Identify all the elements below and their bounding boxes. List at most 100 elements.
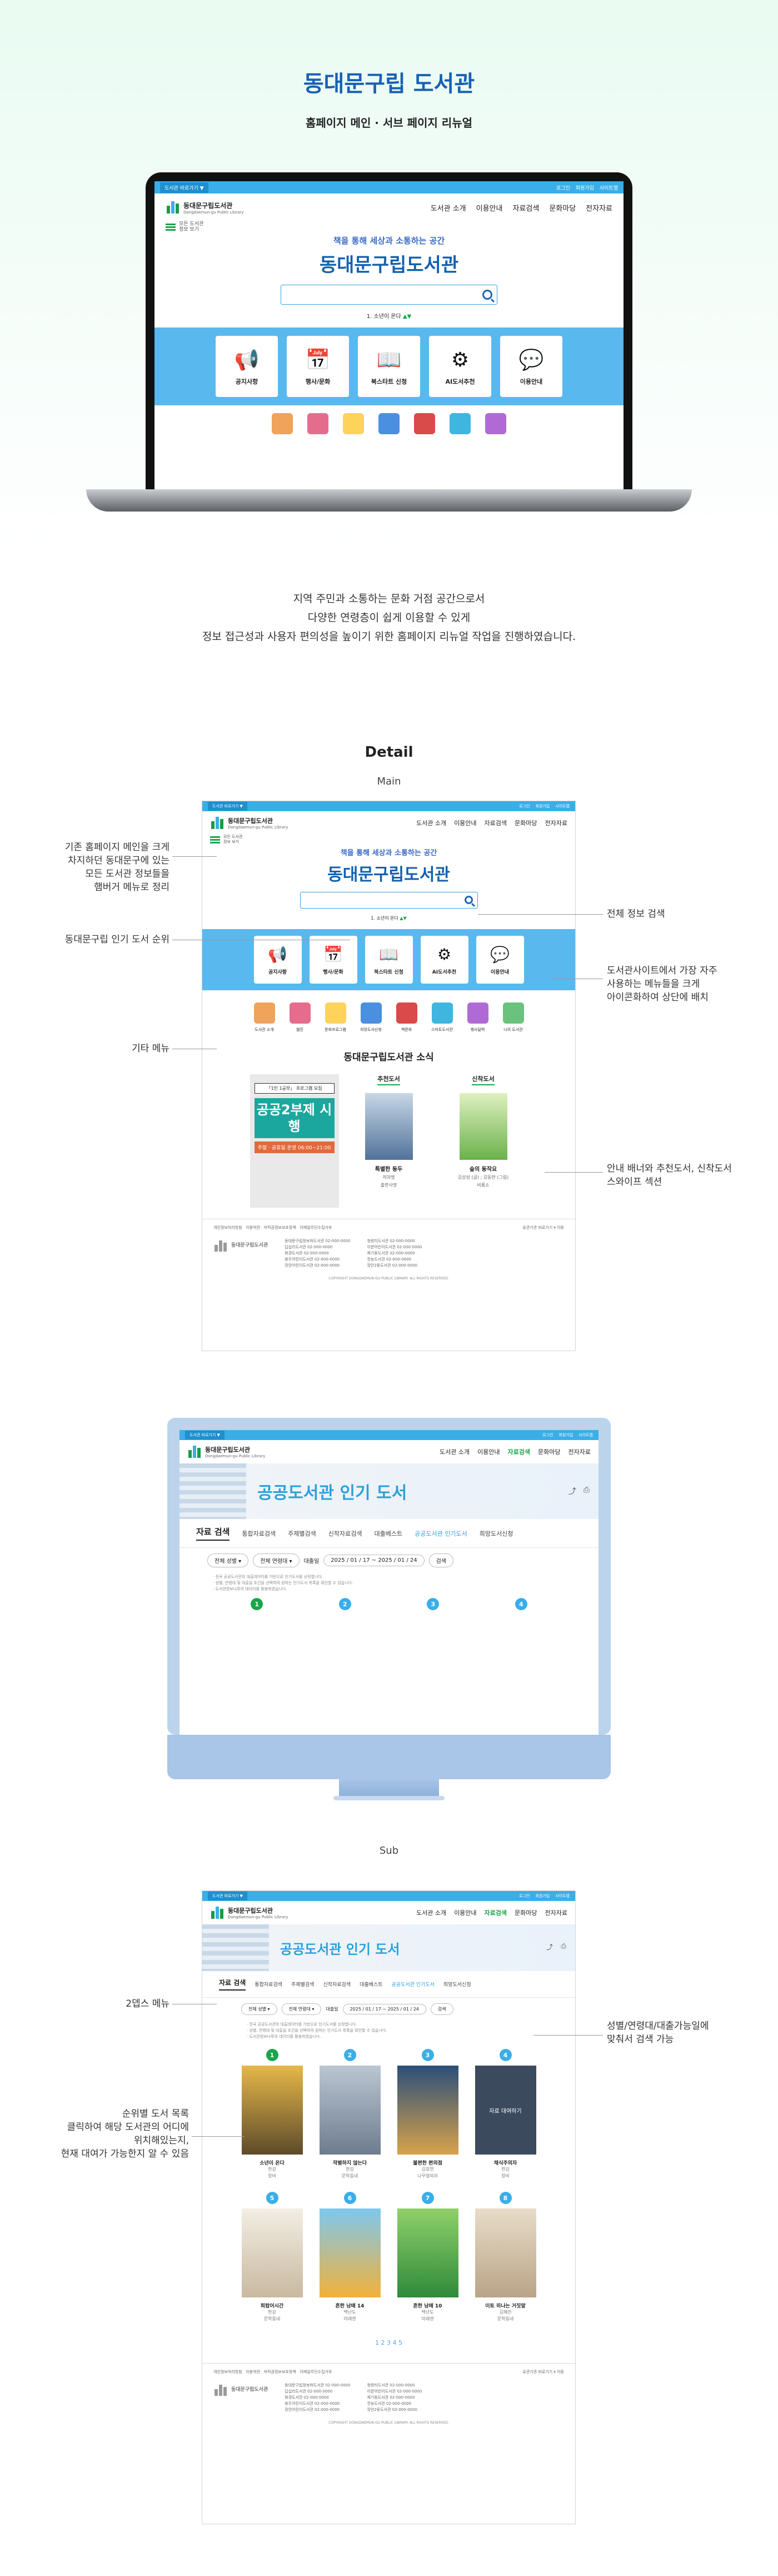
footer-link[interactable]: 개인정보처리방침 [213,1225,242,1230]
quick-guide[interactable]: 💬 이용안내 [476,936,524,984]
library-select[interactable]: 도서관 바로가기 ▼ [208,1892,247,1900]
book-item[interactable]: 2 작별하지 않는다 한강 문학동네 [317,2049,383,2180]
tab-lead[interactable]: 자료 검색 [219,1978,246,1991]
tab-request[interactable]: 희망도서신청 [480,1529,513,1538]
join-link[interactable]: 회원가입 [576,186,594,191]
tab-popular[interactable]: 공공도서관 인기도서 [415,1529,467,1538]
search-input[interactable] [281,285,497,305]
footer-link[interactable]: 저작권정보보호정책 [264,1225,296,1230]
book-item[interactable]: 1 소년이 온다 한강 창비 [240,2049,305,2180]
notice-banner[interactable]: 「1인 1공부」 프로그램 모집 공공2부제 시행 주말 · 공휴일 운영 06… [250,1074,339,1208]
login-link[interactable]: 로그인 [519,804,530,808]
quick-ai[interactable]: ⚙ AI도서추천 [420,936,468,984]
etc-item[interactable]: 책문화 [393,1002,421,1033]
related-site-select[interactable]: 유관기관 바로가기 ▾ [522,2370,555,2374]
tab-subject[interactable]: 주제별검색 [291,1981,314,1988]
search-button[interactable]: 검색 [430,2003,453,2015]
etc-item[interactable]: 희망도서신청 [357,1002,385,1033]
sitemap-link[interactable]: 사이트맵 [578,1433,593,1437]
gnb-item-eresource[interactable]: 전자자료 [586,202,612,213]
tab-integrated[interactable]: 통합자료검색 [242,1529,276,1538]
pagination[interactable]: 1 2 3 4 5 [202,2339,575,2346]
etc-item[interactable]: 스마트도서관 [428,1002,456,1033]
gnb-item-guide[interactable]: 이용안내 [454,1908,476,1917]
footer-link[interactable]: 이메일무단수집거부 [300,1225,332,1230]
logo[interactable]: 동대문구립도서관 Dongdaemun-gu Public Library [210,816,288,830]
tab-subject[interactable]: 주제별검색 [288,1529,316,1538]
print-icon[interactable]: ⎙ [561,1942,566,1950]
footer-link[interactable]: 이메일무단수집거부 [300,2370,332,2374]
book-item[interactable]: 5 희랍어시간 한강 문학동네 [240,2192,305,2322]
join-link[interactable]: 회원가입 [558,1433,573,1437]
tab-popular[interactable]: 공공도서관 인기도서 [392,1981,435,1988]
quick-guide[interactable]: 💬 이용안내 [500,336,562,397]
gnb-item-about[interactable]: 도서관 소개 [416,1908,446,1917]
gnb-item-about[interactable]: 도서관 소개 [416,818,446,827]
quick-bookstart[interactable]: 📖 북스타트 신청 [358,336,420,397]
login-link[interactable]: 로그인 [542,1433,553,1437]
related-site-select[interactable]: 유관기관 바로가기 ▾ [522,1225,555,1230]
gnb-item-guide[interactable]: 이용안내 [477,1447,500,1456]
gnb-item-eresource[interactable]: 전자자료 [568,1447,591,1456]
tab-new[interactable]: 신착자료검색 [328,1529,362,1538]
footer-link[interactable]: 이용약관 [246,2370,260,2374]
gnb-item-culture[interactable]: 문화마당 [515,818,537,827]
library-select[interactable]: 도서관 바로가기 ▼ [185,1431,225,1440]
etc-item[interactable]: 문화프로그램 [322,1002,350,1033]
gender-select[interactable]: 전체 성별 ▾ [207,1553,249,1567]
login-link[interactable]: 로그인 [519,1894,530,1898]
tab-new[interactable]: 신착자료검색 [323,1981,351,1988]
gnb-item-about[interactable]: 도서관 소개 [431,202,466,213]
library-select[interactable]: 도서관 바로가기 ▼ [160,182,208,193]
library-select[interactable]: 도서관 바로가기 ▼ [208,802,247,811]
book-item[interactable]: 3 불편한 편의점 김호연 나무옆의자 [395,2049,461,2180]
etc-item[interactable]: 나의 도서관 [500,1002,527,1033]
gnb-item-eresource[interactable]: 전자자료 [545,1908,567,1917]
new-book[interactable]: 신착도서 숲의 동작요 김상성 (글) ; 김동현 (그림) 비룡소 [439,1074,528,1208]
hamburger-menu[interactable]: 모든 도서관 정보 보기 [202,835,575,845]
popular-rank[interactable]: 1. 소년이 온다 ▲▼ [154,311,624,320]
sitemap-link[interactable]: 사이트맵 [555,1894,570,1898]
tab-integrated[interactable]: 통합자료검색 [255,1981,282,1988]
search-icon[interactable] [464,896,473,904]
logo[interactable]: 동대문구립도서관 Dongdaemun-gu Public Library [210,1905,288,1920]
quick-notice[interactable]: 📢 공지사항 [253,936,302,984]
quick-ai[interactable]: ⚙ AI도서추천 [429,336,491,397]
tab-best[interactable]: 대출베스트 [360,1981,382,1988]
search-button[interactable]: 검색 [428,1553,454,1567]
logo[interactable]: 동대문구립도서관 Dongdaemun-gu Public Library [166,200,243,215]
book-item[interactable]: 7 흔한 남매 10 백난도 미래엔 [395,2192,461,2322]
footer-link[interactable]: 저작권정보보호정책 [264,2370,296,2374]
gnb-item-search[interactable]: 자료검색 [485,1908,507,1917]
gnb-item-guide[interactable]: 이용안내 [476,202,503,213]
gnb-item-culture[interactable]: 문화마당 [549,202,576,213]
gender-select[interactable]: 전체 성별 ▾ [241,2003,277,2015]
share-icon[interactable]: ⤴ [546,1942,553,1952]
rank-arrows-icon[interactable]: ▲▼ [400,916,406,921]
gnb-item-search[interactable]: 자료검색 [485,818,507,827]
join-link[interactable]: 회원가입 [535,804,550,808]
sitemap-link[interactable]: 사이트맵 [600,186,618,191]
book-item[interactable]: 8 이토 히나는 거짓말 김혜진 문학동네 [473,2192,538,2322]
search-icon[interactable] [482,290,492,300]
tab-best[interactable]: 대출베스트 [375,1529,403,1538]
rank-arrows-icon[interactable]: ▲▼ [403,314,411,320]
footer-link[interactable]: 이용약관 [246,1225,260,1230]
age-select[interactable]: 전체 연령대 ▾ [281,2003,322,2015]
print-icon[interactable]: ⎙ [584,1486,590,1495]
login-link[interactable]: 로그인 [556,186,570,191]
quick-bookstart[interactable]: 📖 북스타트 신청 [365,936,413,984]
gnb-item-culture[interactable]: 문화마당 [538,1447,560,1456]
tab-request[interactable]: 희망도서신청 [443,1981,471,1988]
gnb-item-guide[interactable]: 이용안내 [454,818,476,827]
quick-event[interactable]: 📅 행사/문화 [309,936,357,984]
quick-notice[interactable]: 📢 공지사항 [216,336,278,397]
gnb-item-search[interactable]: 자료검색 [508,1447,530,1456]
share-icon[interactable]: ⤴ [568,1486,576,1497]
etc-item[interactable]: 도서관 소개 [251,1002,278,1033]
gnb-item-about[interactable]: 도서관 소개 [440,1447,470,1456]
hamburger-menu[interactable]: 모든 도서관 정보 보기 [154,221,624,232]
gnb-item-search[interactable]: 자료검색 [512,202,539,213]
gnb-item-eresource[interactable]: 전자자료 [545,818,567,827]
related-site-button[interactable]: 이동 [557,2370,564,2374]
